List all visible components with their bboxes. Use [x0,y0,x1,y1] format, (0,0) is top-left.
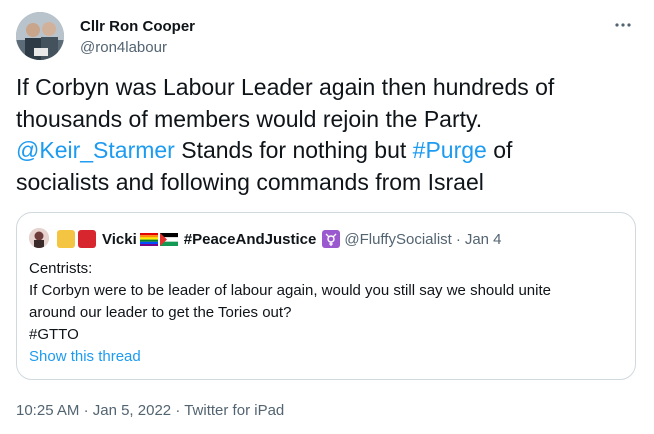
meta-separator-2: · [175,402,181,419]
red-square-icon [78,230,96,248]
quoted-body: Centrists: If Corbyn were to be leader o… [29,258,619,346]
avatar[interactable] [16,12,64,60]
quoted-line-1: Centrists: [29,260,93,277]
show-thread-link[interactable]: Show this thread [29,348,141,365]
quoted-tweet-header: Vicki #PeaceAndJustice @FluffySocialist … [29,227,623,251]
tweet-text: If Corbyn was Labour Leader again then h… [16,72,636,198]
tweet-line-1: If Corbyn was Labour Leader again then h… [16,74,555,100]
transgender-symbol-icon [322,230,341,248]
tweet-line-3: @Keir_Starmer Stands for nothing but #Pu… [16,135,636,167]
more-dots-icon[interactable] [612,14,634,36]
mention-link[interactable]: @Keir_Starmer [16,137,175,163]
palestine-flag-icon [159,232,178,246]
quoted-line-4: #GTTO [29,326,79,343]
quoted-name-row: Vicki #PeaceAndJustice @FluffySocialist … [57,227,502,251]
quoted-name[interactable]: Vicki [102,231,137,248]
quoted-avatar[interactable] [29,228,49,248]
rainbow-flag-icon [139,232,158,246]
quoted-line-2: If Corbyn were to be leader of labour ag… [29,282,551,299]
quoted-tweet[interactable]: Vicki #PeaceAndJustice @FluffySocialist … [16,212,636,380]
tweet-meta: 10:25 AM · Jan 5, 2022 · Twitter for iPa… [16,402,284,419]
quoted-tag: #PeaceAndJustice [183,230,317,248]
yellow-square-icon [57,230,75,248]
tweet-line-3-mid: Stands for nothing but [174,137,413,163]
tweet-header: Cllr Ron Cooper @ron4labour [16,8,638,60]
author-name[interactable]: Cllr Ron Cooper [80,18,195,36]
tweet-line-3-end: of [486,137,513,163]
tweet-source[interactable]: Twitter for iPad [184,402,284,419]
tweet-date[interactable]: Jan 5, 2022 [93,402,171,419]
quoted-line-3: around our leader to get the Tories out? [29,304,292,321]
quoted-separator: · [455,230,461,248]
tweet-line-2: thousands of members would rejoin the Pa… [16,105,483,132]
author-handle[interactable]: @ron4labour [80,39,167,57]
tweet-time[interactable]: 10:25 AM [16,402,79,419]
tweet-line-4: socialists and following commands from I… [16,168,484,195]
meta-separator-1: · [83,402,89,419]
quoted-handle[interactable]: @FluffySocialist [344,231,451,248]
quoted-date[interactable]: Jan 4 [465,231,502,248]
hashtag-link[interactable]: #Purge [413,137,487,163]
